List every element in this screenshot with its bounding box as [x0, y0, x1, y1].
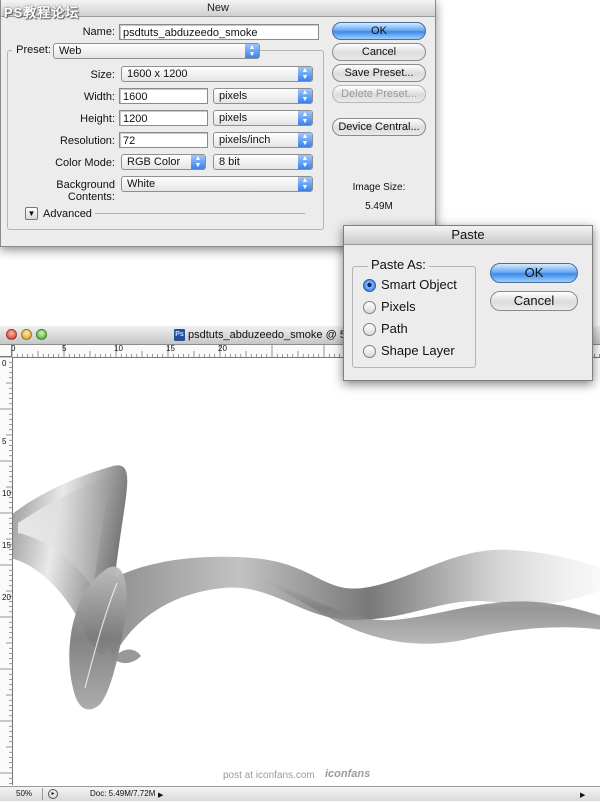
document-title: psdtuts_abduzeedo_smoke @ 50%	[188, 329, 362, 341]
radio-shape-layer[interactable]	[363, 345, 376, 358]
status-info-icon[interactable]: ▸	[48, 789, 58, 799]
iconfans-logo: iconfans	[325, 768, 371, 780]
name-input[interactable]: psdtuts_abduzeedo_smoke	[119, 24, 319, 40]
cancel-button[interactable]: Cancel	[332, 43, 426, 61]
radio-pixels[interactable]	[363, 301, 376, 314]
color-mode-label: Color Mode:	[55, 157, 115, 169]
width-input[interactable]: 1600	[119, 88, 208, 104]
width-unit-popup[interactable]: pixels ▲ ▼	[213, 88, 313, 104]
ok-button[interactable]: OK	[332, 22, 426, 40]
color-mode-popup[interactable]: RGB Color ▲ ▼	[121, 154, 206, 170]
height-unit-popup[interactable]: pixels ▲ ▼	[213, 110, 313, 126]
hruler-label-10: 10	[114, 345, 123, 353]
zoom-window-button[interactable]	[36, 329, 47, 340]
vruler-label-10: 10	[2, 489, 11, 498]
image-size-label: Image Size:	[352, 182, 406, 193]
device-central-button[interactable]: Device Central...	[332, 118, 426, 136]
name-label: Name:	[82, 26, 115, 38]
vertical-ruler[interactable]: 0 5 10 15 20	[0, 357, 13, 785]
background-contents-value: White	[127, 178, 156, 190]
radio-label-smart-object[interactable]: Smart Object	[381, 277, 457, 292]
size-popup[interactable]: 1600 x 1200 ▲ ▼	[121, 66, 313, 82]
paste-dialog: Paste Paste As: Smart Object Pixels Path…	[343, 225, 593, 381]
height-unit-value: pixels	[219, 112, 248, 124]
updown-arrows-icon: ▲ ▼	[245, 44, 259, 58]
paste-as-label: Paste As:	[368, 257, 429, 272]
vruler-label-0: 0	[2, 359, 7, 368]
doc-size-info: Doc: 5.49M/7.72M	[90, 789, 156, 798]
close-window-button[interactable]	[6, 329, 17, 340]
background-contents-label: Background Contents:	[56, 179, 115, 203]
height-label: Height:	[80, 113, 115, 125]
hruler-label-0: 0	[12, 345, 15, 353]
updown-arrows-icon: ▲ ▼	[298, 133, 312, 147]
hruler-label-15: 15	[166, 345, 175, 353]
updown-arrows-icon: ▲ ▼	[298, 111, 312, 125]
status-menu-arrow-icon[interactable]: ▶	[158, 789, 163, 803]
paste-cancel-button[interactable]: Cancel	[490, 291, 578, 311]
vertical-ruler-ticks	[0, 357, 12, 784]
preset-label: Preset:	[12, 44, 53, 56]
image-size-value: 5.49M	[365, 201, 393, 212]
hruler-label-20: 20	[218, 345, 227, 353]
updown-arrows-icon: ▲ ▼	[298, 89, 312, 103]
delete-preset-button: Delete Preset...	[332, 85, 426, 103]
vruler-label-5: 5	[2, 437, 7, 446]
preset-value: Web	[59, 45, 82, 57]
credit-text: post at iconfans.com	[223, 770, 315, 781]
advanced-divider	[95, 213, 305, 214]
psd-file-icon: Ps	[174, 329, 185, 341]
status-bar: 50% ▸ Doc: 5.49M/7.72M ▶ ▶	[0, 786, 600, 801]
width-label: Width:	[83, 91, 115, 103]
bit-depth-popup[interactable]: 8 bit ▲ ▼	[213, 154, 313, 170]
height-input[interactable]: 1200	[119, 110, 208, 126]
advanced-disclosure-icon[interactable]: ▼	[25, 207, 38, 220]
resolution-unit-popup[interactable]: pixels/inch ▲ ▼	[213, 132, 313, 148]
radio-smart-object[interactable]	[363, 279, 376, 292]
updown-arrows-icon: ▲ ▼	[298, 177, 312, 191]
paste-dialog-titlebar[interactable]: Paste	[344, 226, 592, 245]
new-document-dialog: New PS教程论坛 Name: psdtuts_abduzeedo_smoke…	[0, 0, 436, 247]
radio-label-path[interactable]: Path	[381, 321, 408, 336]
scroll-right-arrow-icon[interactable]: ▶	[580, 789, 585, 803]
vruler-label-15: 15	[2, 541, 11, 550]
preset-popup[interactable]: Web ▲ ▼	[53, 43, 260, 59]
updown-arrows-icon: ▲ ▼	[298, 155, 312, 169]
vruler-label-20: 20	[2, 593, 11, 602]
advanced-label[interactable]: Advanced	[43, 208, 92, 220]
radio-label-shape-layer[interactable]: Shape Layer	[381, 343, 455, 358]
size-label: Size:	[90, 69, 115, 81]
status-divider	[42, 788, 43, 800]
resolution-input[interactable]: 72	[119, 132, 208, 148]
document-canvas[interactable]: post at iconfans.com iconfans	[10, 358, 600, 785]
radio-path[interactable]	[363, 323, 376, 336]
background-contents-popup[interactable]: White ▲ ▼	[121, 176, 313, 192]
bit-depth-value: 8 bit	[219, 156, 240, 168]
updown-arrows-icon: ▲ ▼	[191, 155, 205, 169]
zoom-level[interactable]: 50%	[16, 787, 32, 801]
save-preset-button[interactable]: Save Preset...	[332, 64, 426, 82]
forum-watermark: PS教程论坛	[4, 5, 80, 20]
resolution-unit-value: pixels/inch	[219, 134, 271, 146]
paste-ok-button[interactable]: OK	[490, 263, 578, 283]
color-mode-value: RGB Color	[127, 156, 181, 168]
minimize-window-button[interactable]	[21, 329, 32, 340]
smoke-artwork	[10, 465, 600, 710]
hruler-label-5: 5	[62, 345, 67, 353]
updown-arrows-icon: ▲ ▼	[298, 67, 312, 81]
ruler-origin[interactable]	[0, 345, 12, 357]
resolution-label: Resolution:	[59, 135, 115, 147]
radio-label-pixels[interactable]: Pixels	[381, 299, 416, 314]
size-value: 1600 x 1200	[127, 68, 188, 80]
width-unit-value: pixels	[219, 90, 248, 102]
document-window: Ps psdtuts_abduzeedo_smoke @ 50% 0 5 10 …	[0, 326, 600, 801]
